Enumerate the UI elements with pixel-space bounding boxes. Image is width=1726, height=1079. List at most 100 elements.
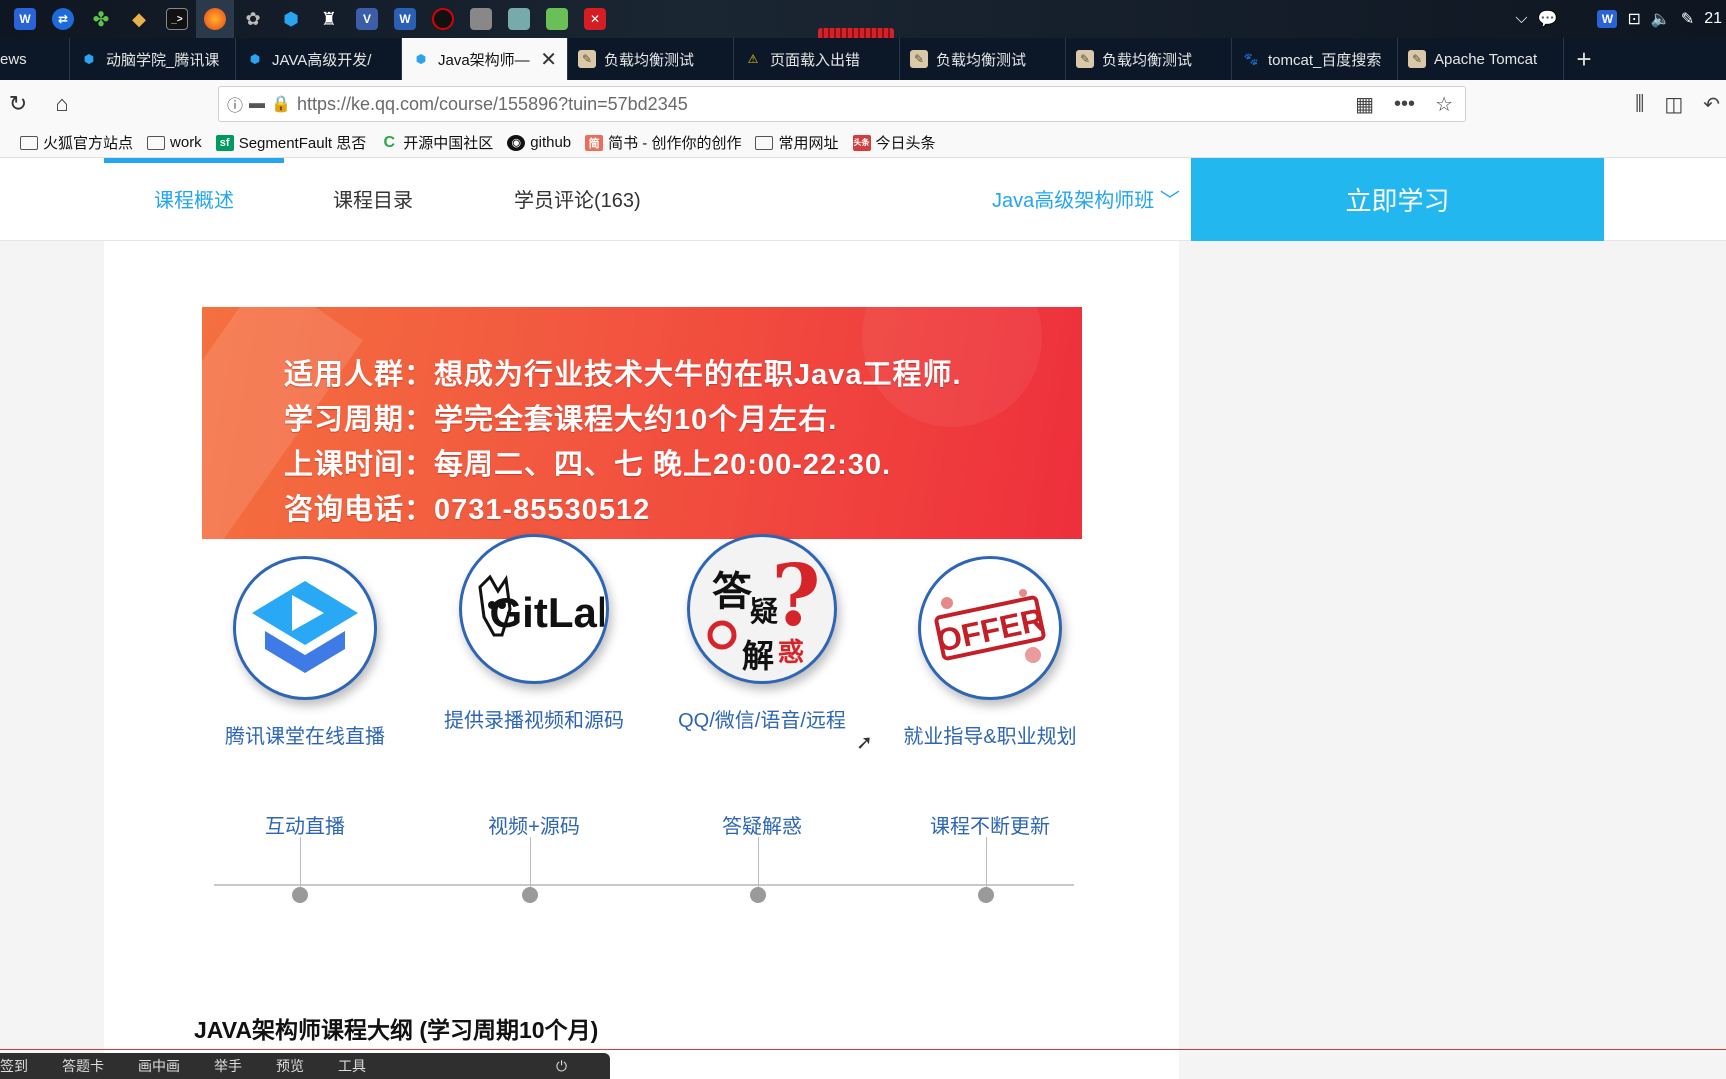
tab-reviews[interactable]: 学员评论(163): [514, 184, 641, 213]
power-icon[interactable]: ⏻: [556, 1058, 567, 1075]
checkin-button[interactable]: 签到: [0, 1056, 28, 1076]
close-tab-icon[interactable]: ✕: [540, 47, 557, 72]
feature-subtitle: 答疑解惑: [722, 816, 802, 838]
volume-icon[interactable]: 🔈: [1651, 9, 1671, 29]
url-input[interactable]: [296, 93, 1356, 115]
tab-title: Apache Tomcat: [1434, 50, 1538, 68]
recorder-icon[interactable]: [424, 0, 462, 38]
bookmark-item[interactable]: ◉ github: [507, 134, 571, 151]
course-subnav: 课程概述 课程目录 学员评论(163) Java高级架构师班 ﹀ 立即学习: [0, 158, 1726, 241]
browser-tab[interactable]: ews: [0, 38, 70, 80]
bookmark-item[interactable]: work: [147, 134, 202, 151]
qr-code-icon[interactable]: ▦: [1355, 92, 1374, 117]
github-icon: ◉: [507, 134, 526, 151]
timeline-dot: [978, 887, 994, 903]
page-favicon-icon: ✎: [578, 50, 596, 68]
page-actions-icon[interactable]: •••: [1394, 93, 1415, 116]
wechat-icon[interactable]: 💬: [1538, 9, 1558, 29]
bookmark-label: 简书 - 创作你的创作: [608, 135, 742, 152]
terminal-icon[interactable]: _>: [158, 0, 196, 38]
tools-button[interactable]: 工具: [338, 1056, 366, 1076]
chevron-up-icon[interactable]: ⌵: [1515, 10, 1527, 28]
sticker-icon[interactable]: ✿: [234, 0, 272, 38]
bookmark-star-icon[interactable]: ☆: [1435, 92, 1453, 117]
feature-career: OFFER 就业指导&职业规划: [880, 534, 1100, 749]
browser-tab[interactable]: ✎ Apache Tomcat: [1398, 38, 1564, 80]
feature-title: 就业指导&职业规划: [903, 726, 1077, 748]
recording-indicator: [818, 28, 894, 38]
sidebar-icon[interactable]: ◫: [1664, 92, 1683, 117]
web-page: 课程概述 课程目录 学员评论(163) Java高级架构师班 ﹀ 立即学习 适用…: [0, 158, 1726, 1079]
browser-tab[interactable]: ✎ 负载均衡测试: [568, 38, 734, 80]
page-favicon-icon: ✎: [1076, 50, 1094, 68]
qq-icon[interactable]: ♜: [310, 0, 348, 38]
wps-tray-icon[interactable]: W: [1597, 10, 1618, 28]
address-bar[interactable]: ⓘ ▬ 🔒 ▦ ••• ☆: [218, 86, 1466, 122]
pen-icon[interactable]: ✎: [1681, 9, 1694, 29]
new-tab-button[interactable]: +: [1564, 38, 1604, 80]
permissions-icon[interactable]: ▬: [249, 95, 265, 113]
course-outline-title: JAVA架构师课程大纲 (学习周期10个月): [194, 1017, 599, 1043]
info-icon[interactable]: ⓘ: [227, 92, 243, 116]
undo-icon[interactable]: ↶: [1703, 92, 1720, 117]
svg-text:?: ?: [771, 546, 820, 645]
lock-icon[interactable]: 🔒: [271, 94, 291, 114]
bookmark-item[interactable]: 常用网址: [755, 132, 839, 153]
home-icon[interactable]: ⌂: [44, 86, 80, 122]
wps-w-icon[interactable]: W: [6, 0, 44, 38]
pip-button[interactable]: 画中画: [138, 1056, 180, 1076]
bookmark-item[interactable]: C 开源中国社区: [380, 132, 493, 153]
tencent-edu-icon[interactable]: ⬢: [272, 0, 310, 38]
svg-text:疑: 疑: [750, 595, 778, 628]
tab-title: 动脑学院_腾讯课: [106, 51, 220, 69]
divider: [0, 1049, 1726, 1050]
browser-tab-active[interactable]: ⬢ Java架构师— ✕: [402, 38, 568, 80]
clock[interactable]: 21: [1704, 10, 1722, 28]
start-learning-button[interactable]: 立即学习: [1191, 158, 1604, 241]
word-icon[interactable]: W: [386, 0, 424, 38]
browser-tab[interactable]: ⚠ 页面载入出错: [734, 38, 900, 80]
svg-text:惑: 惑: [778, 638, 804, 668]
bookmark-item[interactable]: sf SegmentFault 思否: [215, 132, 366, 153]
feature-recordings: GitLab 提供录播视频和源码: [424, 534, 644, 733]
tab-overview[interactable]: 课程概述: [154, 184, 234, 213]
baidu-paw-icon: 🐾: [1243, 52, 1259, 66]
library-icon[interactable]: ⫼: [1635, 93, 1644, 116]
banner-line-schedule: 上课时间：每周二、四、七 晚上20:00-22:30.: [284, 449, 892, 481]
visio-icon[interactable]: V: [348, 0, 386, 38]
browser-tab[interactable]: ✎ 负载均衡测试: [900, 38, 1066, 80]
bookmark-item[interactable]: 头条 今日头条: [852, 132, 936, 153]
windows-taskbar: W ⇄ ✤ ◆ _> ✿ ⬢ ♜ V W ✕ ⌵ 💬 W ⊡ 🔈 ✎ 21: [0, 0, 1726, 38]
preview-button[interactable]: 预览: [276, 1056, 304, 1076]
bookmark-item[interactable]: 简简书 - 创作你的创作: [585, 132, 741, 153]
close-red-icon[interactable]: ✕: [576, 0, 614, 38]
raise-hand-button[interactable]: 举手: [214, 1056, 242, 1076]
timeline-connector: [986, 837, 987, 887]
tab-catalog[interactable]: 课程目录: [333, 184, 413, 213]
bookmark-item[interactable]: 火狐官方站点: [20, 132, 133, 153]
notepad-icon[interactable]: [538, 0, 576, 38]
bookmark-label: 火狐官方站点: [43, 135, 134, 152]
course-select-dropdown[interactable]: Java高级架构师班 ﹀: [992, 184, 1180, 213]
answer-card-button[interactable]: 答题卡: [62, 1056, 104, 1076]
bookmark-label: 今日头条: [875, 135, 936, 152]
firefox-icon[interactable]: [196, 0, 234, 38]
timeline-dot: [522, 887, 538, 903]
git-icon[interactable]: ◆: [120, 0, 158, 38]
folder-icon: [147, 135, 166, 150]
window-icon[interactable]: [462, 0, 500, 38]
navigation-toolbar: ↻ ⌂ ⓘ ▬ 🔒 ▦ ••• ☆ ⫼ ◫ ↶: [0, 80, 1726, 128]
network-icon[interactable]: ⊡: [1627, 9, 1640, 29]
browser-tab[interactable]: ⬢ JAVA高级开发/: [236, 38, 402, 80]
browser-tab[interactable]: ✎ 负载均衡测试: [1066, 38, 1232, 80]
picture-icon[interactable]: [500, 0, 538, 38]
clover-icon[interactable]: ✤: [82, 0, 120, 38]
teamviewer-icon[interactable]: ⇄: [44, 0, 82, 38]
browser-tab[interactable]: 🐾 tomcat_百度搜索: [1232, 38, 1398, 80]
jianshu-icon: 简: [585, 134, 604, 151]
browser-tab[interactable]: ⬢ 动脑学院_腾讯课: [70, 38, 236, 80]
feature-subtitle: 互动直播: [265, 816, 345, 838]
page-favicon-icon: ✎: [1408, 50, 1426, 68]
reload-icon[interactable]: ↻: [0, 86, 36, 122]
active-tab-indicator: [104, 158, 284, 163]
